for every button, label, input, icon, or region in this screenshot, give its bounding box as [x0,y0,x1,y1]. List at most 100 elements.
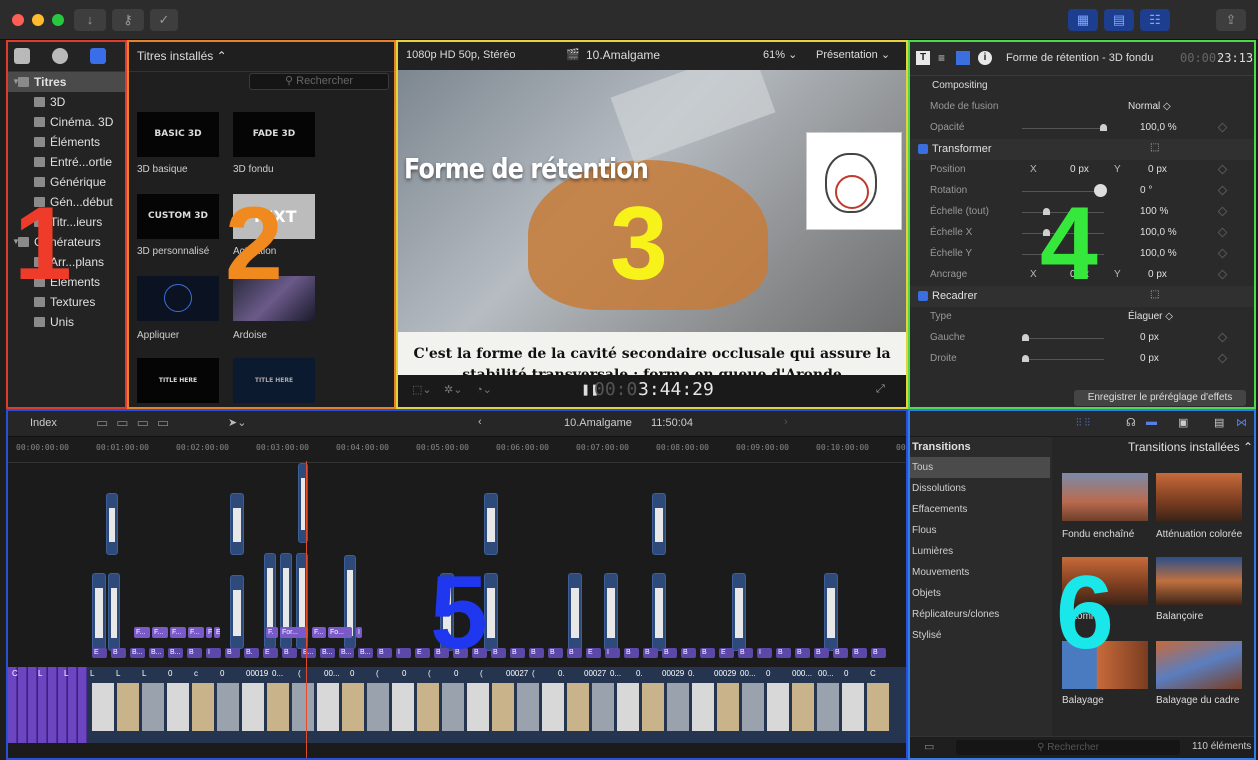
transition-category[interactable]: Mouvements [910,562,1050,583]
sidebar-item[interactable]: 3D [8,92,125,112]
transition-thumb-balayage[interactable] [1062,641,1148,689]
sidebar-item[interactable]: ▼ Générateurs [8,232,125,252]
transition-category[interactable]: Dissolutions [910,478,1050,499]
connected-clip[interactable] [568,573,582,651]
keyframe-button[interactable] [1217,248,1228,259]
purple-clip[interactable] [28,667,37,743]
transition-clip[interactable]: B [871,648,886,658]
purple-clip[interactable] [48,667,57,743]
transition-category[interactable]: Tous [910,457,1050,478]
connected-clip[interactable] [604,573,618,651]
title-clip[interactable]: F... [312,627,326,638]
video-inspector-icon[interactable] [956,51,970,65]
inspector-row-value[interactable]: 100,0 % [1140,248,1177,259]
purple-clip[interactable] [8,667,17,743]
transition-clip[interactable]: B... [149,648,164,658]
inspector-row-value[interactable]: 100,0 % [1140,122,1177,133]
inspector-row-value[interactable]: Élaguer ◇ [1128,311,1173,322]
transition-clip[interactable]: B [852,648,867,658]
show-timeline-button[interactable]: ▤ [1104,9,1134,31]
purple-clip[interactable] [18,667,27,743]
title-clip[interactable]: I [356,627,362,638]
purple-clip[interactable] [78,667,87,743]
connected-clip[interactable] [106,493,118,555]
transition-thumb-automne[interactable] [1062,557,1148,605]
transition-clip[interactable]: B... [320,648,335,658]
transition-clip[interactable]: B [833,648,848,658]
transition-clip[interactable]: E [92,648,107,658]
titles-generators-icon[interactable] [90,48,106,64]
video-frame[interactable]: Forme de rétention C'est la forme de la … [398,70,906,375]
sidebar-item[interactable]: Générique [8,172,125,192]
transition-clip[interactable]: B [187,648,202,658]
transition-thumb-balancoire[interactable] [1156,557,1242,605]
show-inspector-button[interactable]: ☷ [1140,9,1170,31]
paragraph-icon[interactable]: ≡ [938,51,945,65]
y-value[interactable]: 0 px [1148,269,1167,280]
text-inspector-icon[interactable]: T [916,51,930,65]
speed-gauge-icon[interactable]: ◔⌄ [476,383,492,396]
x-value[interactable]: 0 px [1070,164,1089,175]
transition-thumb-balayage-cadre[interactable] [1156,641,1242,689]
sidebar-item[interactable]: Unis [8,312,125,332]
transition-clip[interactable]: B [567,648,582,658]
skimming-icons[interactable]: ⫶⫶ ⫶⫶ [1076,417,1090,430]
playhead[interactable] [306,461,307,758]
sidebar-item[interactable]: Gén...début [8,192,125,212]
zoom-popup[interactable]: 61% ⌄ [763,42,797,68]
inspector-row[interactable]: Gauche 0 px [910,328,1254,349]
title-thumb-appliquer[interactable] [137,276,219,321]
transition-clip[interactable]: E [719,648,734,658]
title-clip[interactable]: F... [170,627,186,638]
save-effects-preset-button[interactable]: Enregistrer le préréglage d'effets [1074,390,1246,406]
transition-category[interactable]: Flous [910,520,1050,541]
sidebar-item[interactable]: Éléments [8,272,125,292]
timeline-ruler[interactable]: 00:00:00:00 00:01:00:00 00:02:00:00 00:03:0… [8,437,906,463]
keyframe-button[interactable] [1217,353,1228,364]
inspector-row[interactable]: Type Élaguer ◇ [910,307,1254,328]
keyframe-button[interactable] [1217,185,1228,196]
inspector-row[interactable]: ⬚ Transformer [910,139,1254,160]
transition-clip[interactable]: B [529,648,544,658]
title-thumb-ardoise[interactable] [233,276,315,321]
sidebar-item[interactable]: Éléments [8,132,125,152]
transition-clip[interactable]: B [472,648,487,658]
checkbox[interactable] [918,144,928,154]
title-thumb-custom-3d[interactable]: CUSTOM 3D [137,194,219,239]
filmstrip-icon[interactable]: ▣ [1178,416,1188,429]
title-clip[interactable]: F... [188,627,204,638]
transition-clip[interactable]: E [415,648,430,658]
connected-clip[interactable] [732,573,746,651]
slider-track[interactable] [1022,212,1104,213]
inspector-row[interactable]: ⬚ Recadrer [910,286,1254,307]
primary-storyline[interactable]: C L L L L L 0 c 0 00019 0...(00... 0(0(0(00027(0. 00… [8,667,906,743]
connected-clip[interactable] [484,573,498,651]
keyframe-button[interactable] [1217,269,1228,280]
transition-category[interactable]: Lumières [910,541,1050,562]
inspector-row[interactable]: Mode de fusion Normal ◇ [910,97,1254,118]
sidebar-item[interactable]: Entré...ortie [8,152,125,172]
connected-clip[interactable] [824,573,838,651]
inspector-row-value[interactable]: Normal ◇ [1128,101,1171,112]
transition-clip[interactable]: B [643,648,658,658]
inspector-row[interactable]: Opacité 100,0 % [910,118,1254,139]
purple-clip[interactable] [58,667,67,743]
sidebar-item[interactable]: Arr...plans [8,252,125,272]
timeline-tracks[interactable]: F...F...F...F...FEF.For...F...Fo...IEBB.… [8,463,906,758]
inspector-row-value[interactable]: 100 % [1140,206,1168,217]
crop-transform-icon[interactable]: ⬚ [1150,142,1159,153]
x-value[interactable]: 0 px [1070,269,1089,280]
close-window-button[interactable] [12,14,24,26]
keyframe-button[interactable] [1217,164,1228,175]
connected-clip[interactable] [230,493,244,555]
transition-thumb-fondu[interactable] [1062,473,1148,521]
transition-clip[interactable]: B [491,648,506,658]
transition-clip[interactable]: B... [358,648,373,658]
slider-track[interactable] [1022,359,1104,360]
import-media-button[interactable]: ↓ [74,9,106,31]
inspector-row-value[interactable]: 0 px [1140,332,1159,343]
index-button[interactable]: Index [30,417,57,429]
fullscreen-icon[interactable]: ⤢ [876,383,885,396]
transition-clip[interactable]: B [453,648,468,658]
minimize-window-button[interactable] [32,14,44,26]
